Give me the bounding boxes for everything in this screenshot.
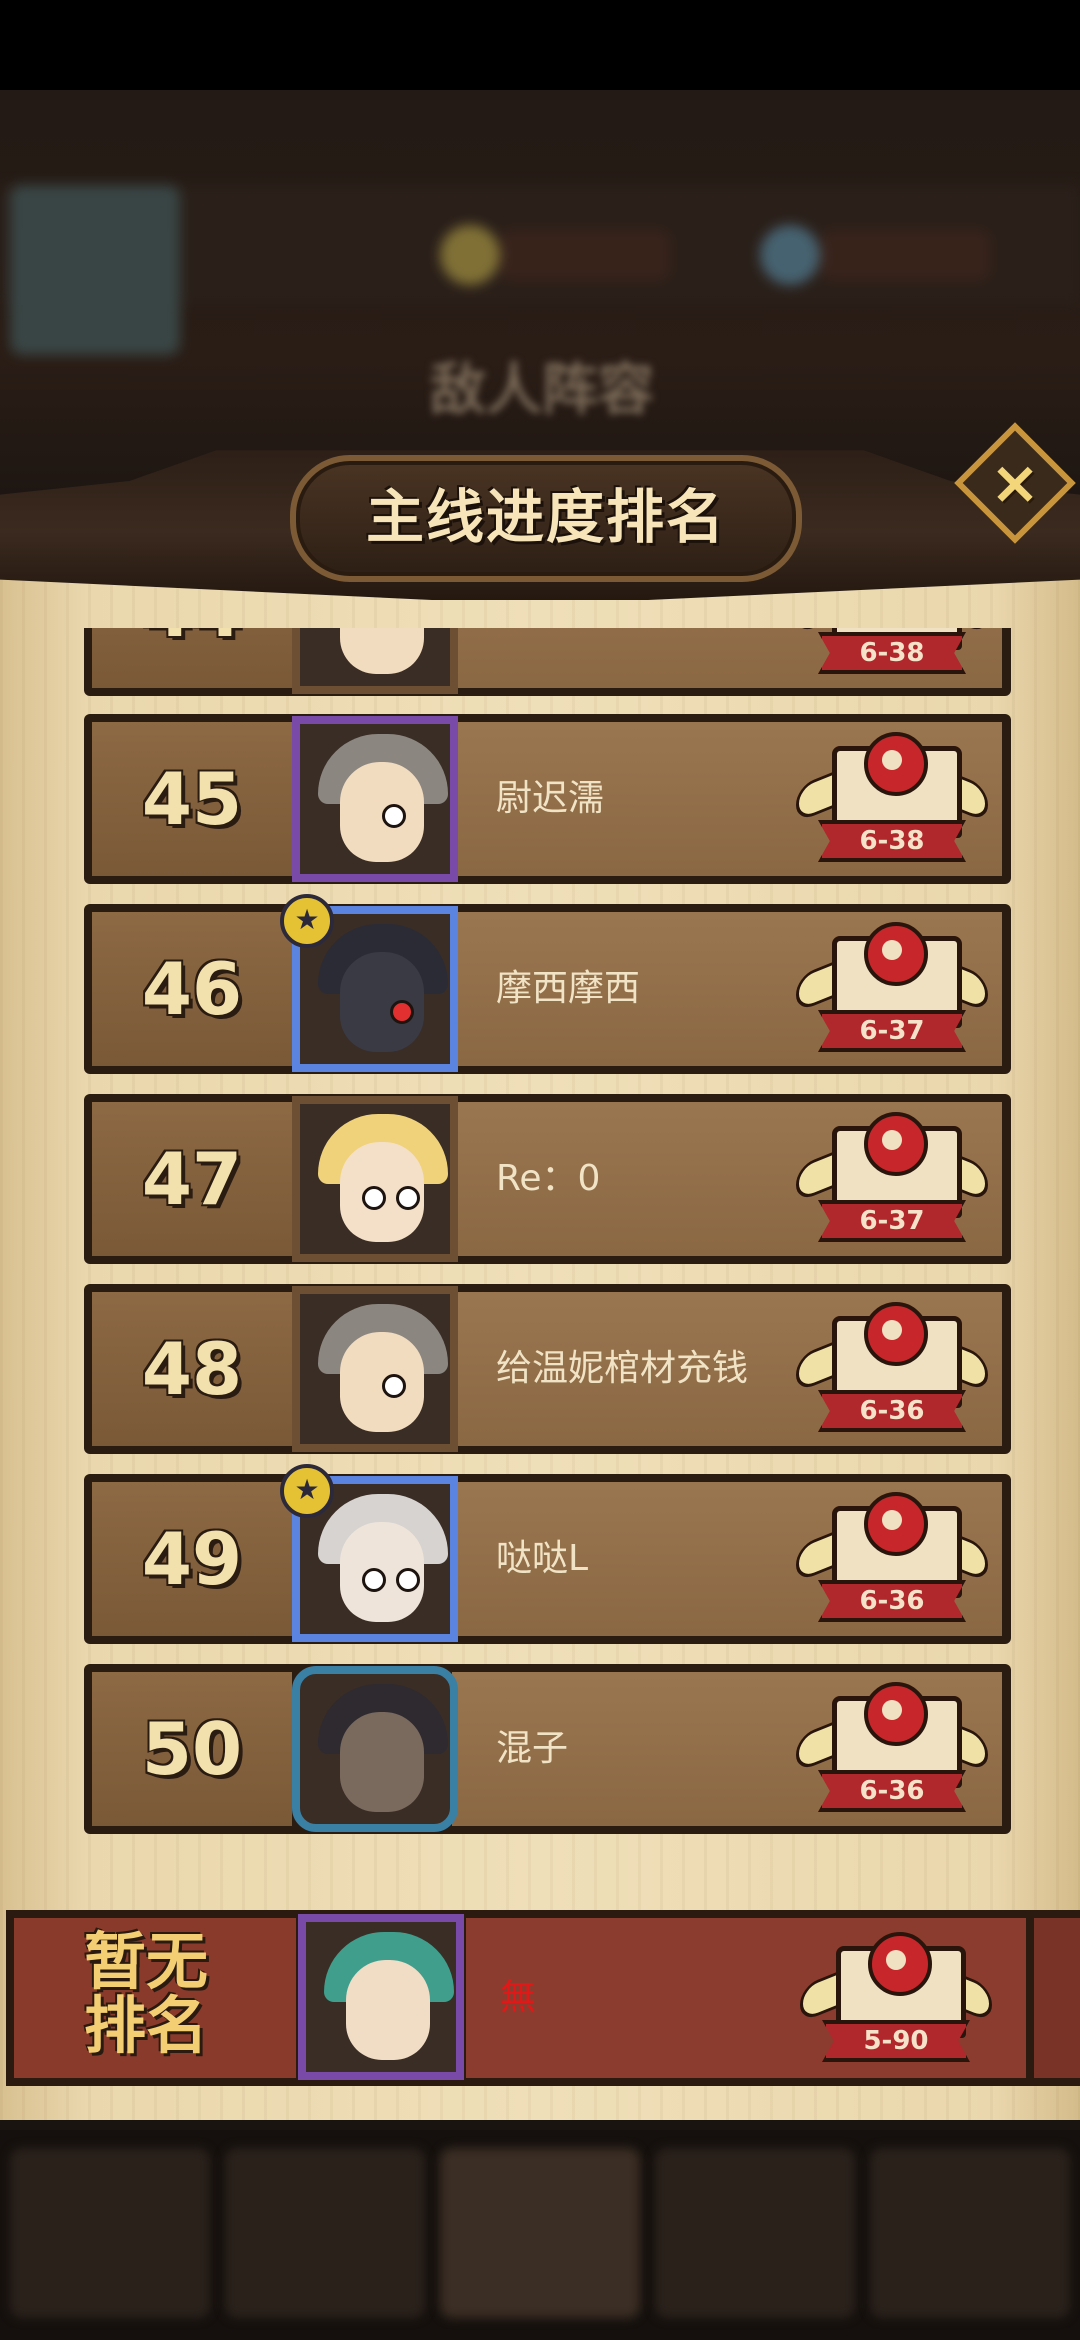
background-title: 敌人阵容	[430, 358, 654, 423]
stage-label: 6-38	[859, 826, 925, 856]
player-avatar[interactable]	[292, 716, 458, 882]
nav-tab	[225, 2148, 425, 2318]
ranking-row[interactable]: 46 ★ 摩西摩西 6-37	[80, 894, 1015, 1074]
status-bar	[0, 0, 1080, 90]
nav-tab	[870, 2148, 1070, 2318]
stage-label: 6-36	[859, 1396, 925, 1426]
rank-number: 45	[141, 757, 243, 841]
star-icon: ★	[280, 894, 334, 948]
stage-label: 6-36	[859, 1776, 925, 1806]
player-name: 无敌串串	[496, 628, 640, 696]
player-avatar[interactable]	[292, 1096, 458, 1262]
player-avatar[interactable]	[292, 1286, 458, 1452]
ranking-row[interactable]: 48 给温妮棺材充钱 6-36	[80, 1284, 1015, 1454]
stage-label: 6-36	[859, 1586, 925, 1616]
ranking-list[interactable]: 44 无敌串串 6-38 45 尉迟濡 6-38 46	[80, 628, 1015, 1868]
star-icon: ★	[280, 1464, 334, 1518]
player-avatar[interactable]	[292, 1666, 458, 1832]
stage-badge: 6-38	[792, 628, 992, 682]
player-avatar[interactable]	[292, 628, 458, 694]
stage-badge: 6-36	[792, 1488, 992, 1630]
player-name: 给温妮棺材充钱	[496, 1348, 749, 1389]
ranking-row[interactable]: 50 混子 6-36	[80, 1664, 1015, 1834]
background-hud	[0, 185, 1080, 355]
nav-tab	[10, 2148, 210, 2318]
nav-tab	[440, 2148, 640, 2318]
self-avatar[interactable]	[298, 1914, 464, 2080]
self-name: 無	[500, 1977, 537, 2018]
stage-label: 5-90	[863, 2026, 929, 2056]
self-stage-badge: 5-90	[796, 1928, 996, 2070]
nav-tab	[655, 2148, 855, 2318]
player-name: 混子	[496, 1728, 569, 1769]
stage-label: 6-37	[859, 1016, 925, 1046]
ranking-row[interactable]: 47 Re：0 6-37	[80, 1094, 1015, 1264]
close-icon[interactable]: ×	[972, 440, 1058, 526]
ranking-row[interactable]: 49 ★ 哒哒L 6-36	[80, 1464, 1015, 1644]
bottom-nav	[0, 2130, 1080, 2340]
player-name: 摩西摩西	[496, 968, 641, 1009]
page-title: 主线进度排名	[365, 483, 726, 551]
rank-number: 48	[141, 1327, 243, 1411]
player-name: 尉迟濡	[496, 778, 605, 819]
player-name: 哒哒L	[496, 1538, 589, 1579]
rank-number: 49	[141, 1517, 243, 1601]
rank-number: 47	[141, 1137, 243, 1221]
ranking-row[interactable]: 44 无敌串串 6-38	[80, 628, 1015, 696]
rank-number: 50	[141, 1707, 243, 1791]
stage-badge: 6-38	[792, 728, 992, 870]
ranking-row[interactable]: 45 尉迟濡 6-38	[80, 714, 1015, 884]
stage-badge: 6-37	[792, 1108, 992, 1250]
rank-number: 44	[92, 628, 292, 688]
self-ranking-row: 暂无 排名 無 5-90	[6, 1910, 1080, 2086]
stage-badge: 6-37	[792, 918, 992, 1060]
rank-number: 46	[141, 947, 243, 1031]
self-rank-label: 暂无 排名	[83, 1925, 208, 2062]
stage-badge: 6-36	[792, 1298, 992, 1440]
stage-label: 6-38	[859, 638, 925, 668]
player-name: Re：0	[496, 1158, 601, 1199]
stage-label: 6-37	[859, 1206, 925, 1236]
stage-badge: 6-36	[792, 1678, 992, 1820]
